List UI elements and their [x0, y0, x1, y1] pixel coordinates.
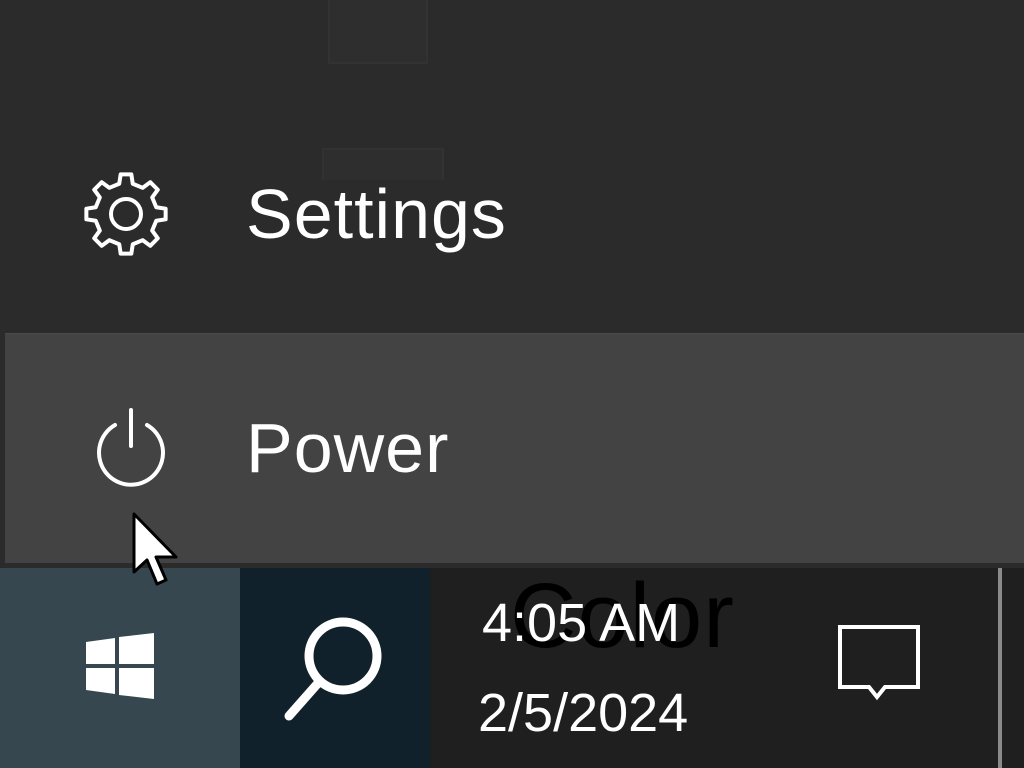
power-label: Power	[246, 409, 450, 487]
notification-icon	[837, 624, 921, 713]
taskbar: Color 4:05 AM 2/5/2024	[0, 568, 1024, 768]
show-desktop-button[interactable]	[998, 568, 1024, 768]
power-icon	[85, 402, 177, 494]
clock-date: 2/5/2024	[478, 683, 689, 743]
gear-icon	[80, 168, 172, 260]
settings-label: Settings	[246, 175, 507, 253]
clock[interactable]: Color 4:05 AM 2/5/2024	[430, 568, 760, 768]
divider	[998, 568, 1002, 768]
start-menu-power-item[interactable]: Power	[5, 333, 1024, 563]
start-menu-settings-item[interactable]: Settings	[0, 95, 1024, 333]
desktop-screen: Settings Power Color 4:05 AM 2/5/2024	[0, 0, 1024, 768]
clock-time: 4:05 AM	[482, 593, 681, 653]
search-icon	[275, 606, 395, 731]
search-button[interactable]	[240, 568, 430, 768]
start-button[interactable]	[0, 568, 240, 768]
background-tile	[328, 0, 428, 64]
windows-logo-icon	[86, 632, 154, 704]
notification-center-button[interactable]	[760, 568, 998, 768]
